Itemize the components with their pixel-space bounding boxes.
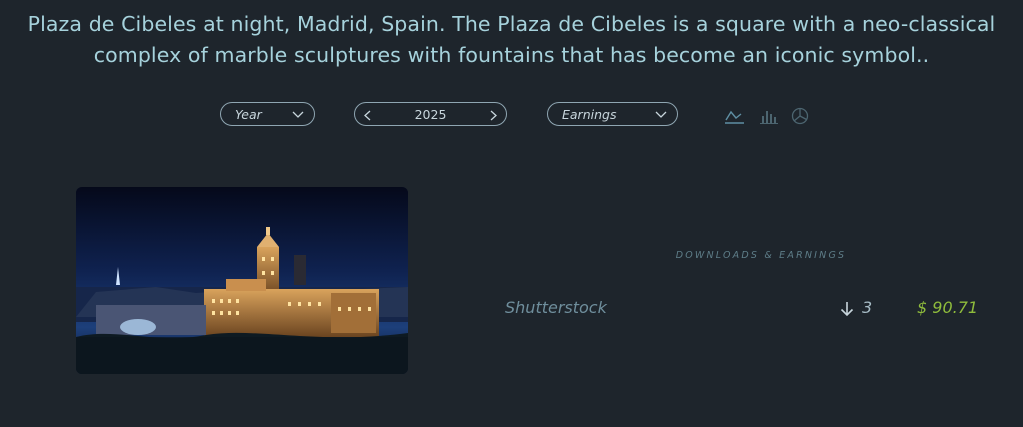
photo-title: Plaza de Cibeles at night, Madrid, Spain… — [27, 12, 996, 67]
pie-chart-icon[interactable] — [790, 106, 810, 126]
bar-chart-icon[interactable] — [759, 106, 779, 126]
year-value: 2025 — [414, 106, 447, 122]
arrow-down-icon — [840, 302, 854, 317]
metric-select-value: Earnings — [562, 106, 617, 122]
earnings-value: $ 90.71 — [917, 298, 979, 317]
downloads-earnings-label: DOWNLOADS & EARNINGS — [675, 250, 847, 261]
photo-thumbnail[interactable] — [76, 187, 408, 374]
line-chart-icon[interactable] — [724, 106, 744, 126]
chevron-right-icon[interactable] — [489, 110, 498, 121]
period-select[interactable]: Year — [220, 102, 315, 126]
chevron-down-icon — [655, 111, 667, 118]
chevron-down-icon — [292, 111, 304, 118]
year-stepper[interactable]: 2025 — [354, 102, 507, 126]
metric-select[interactable]: Earnings — [547, 102, 678, 126]
platform-name: Shutterstock — [505, 298, 607, 317]
period-select-value: Year — [235, 106, 262, 122]
downloads-value: 3 — [862, 298, 873, 317]
